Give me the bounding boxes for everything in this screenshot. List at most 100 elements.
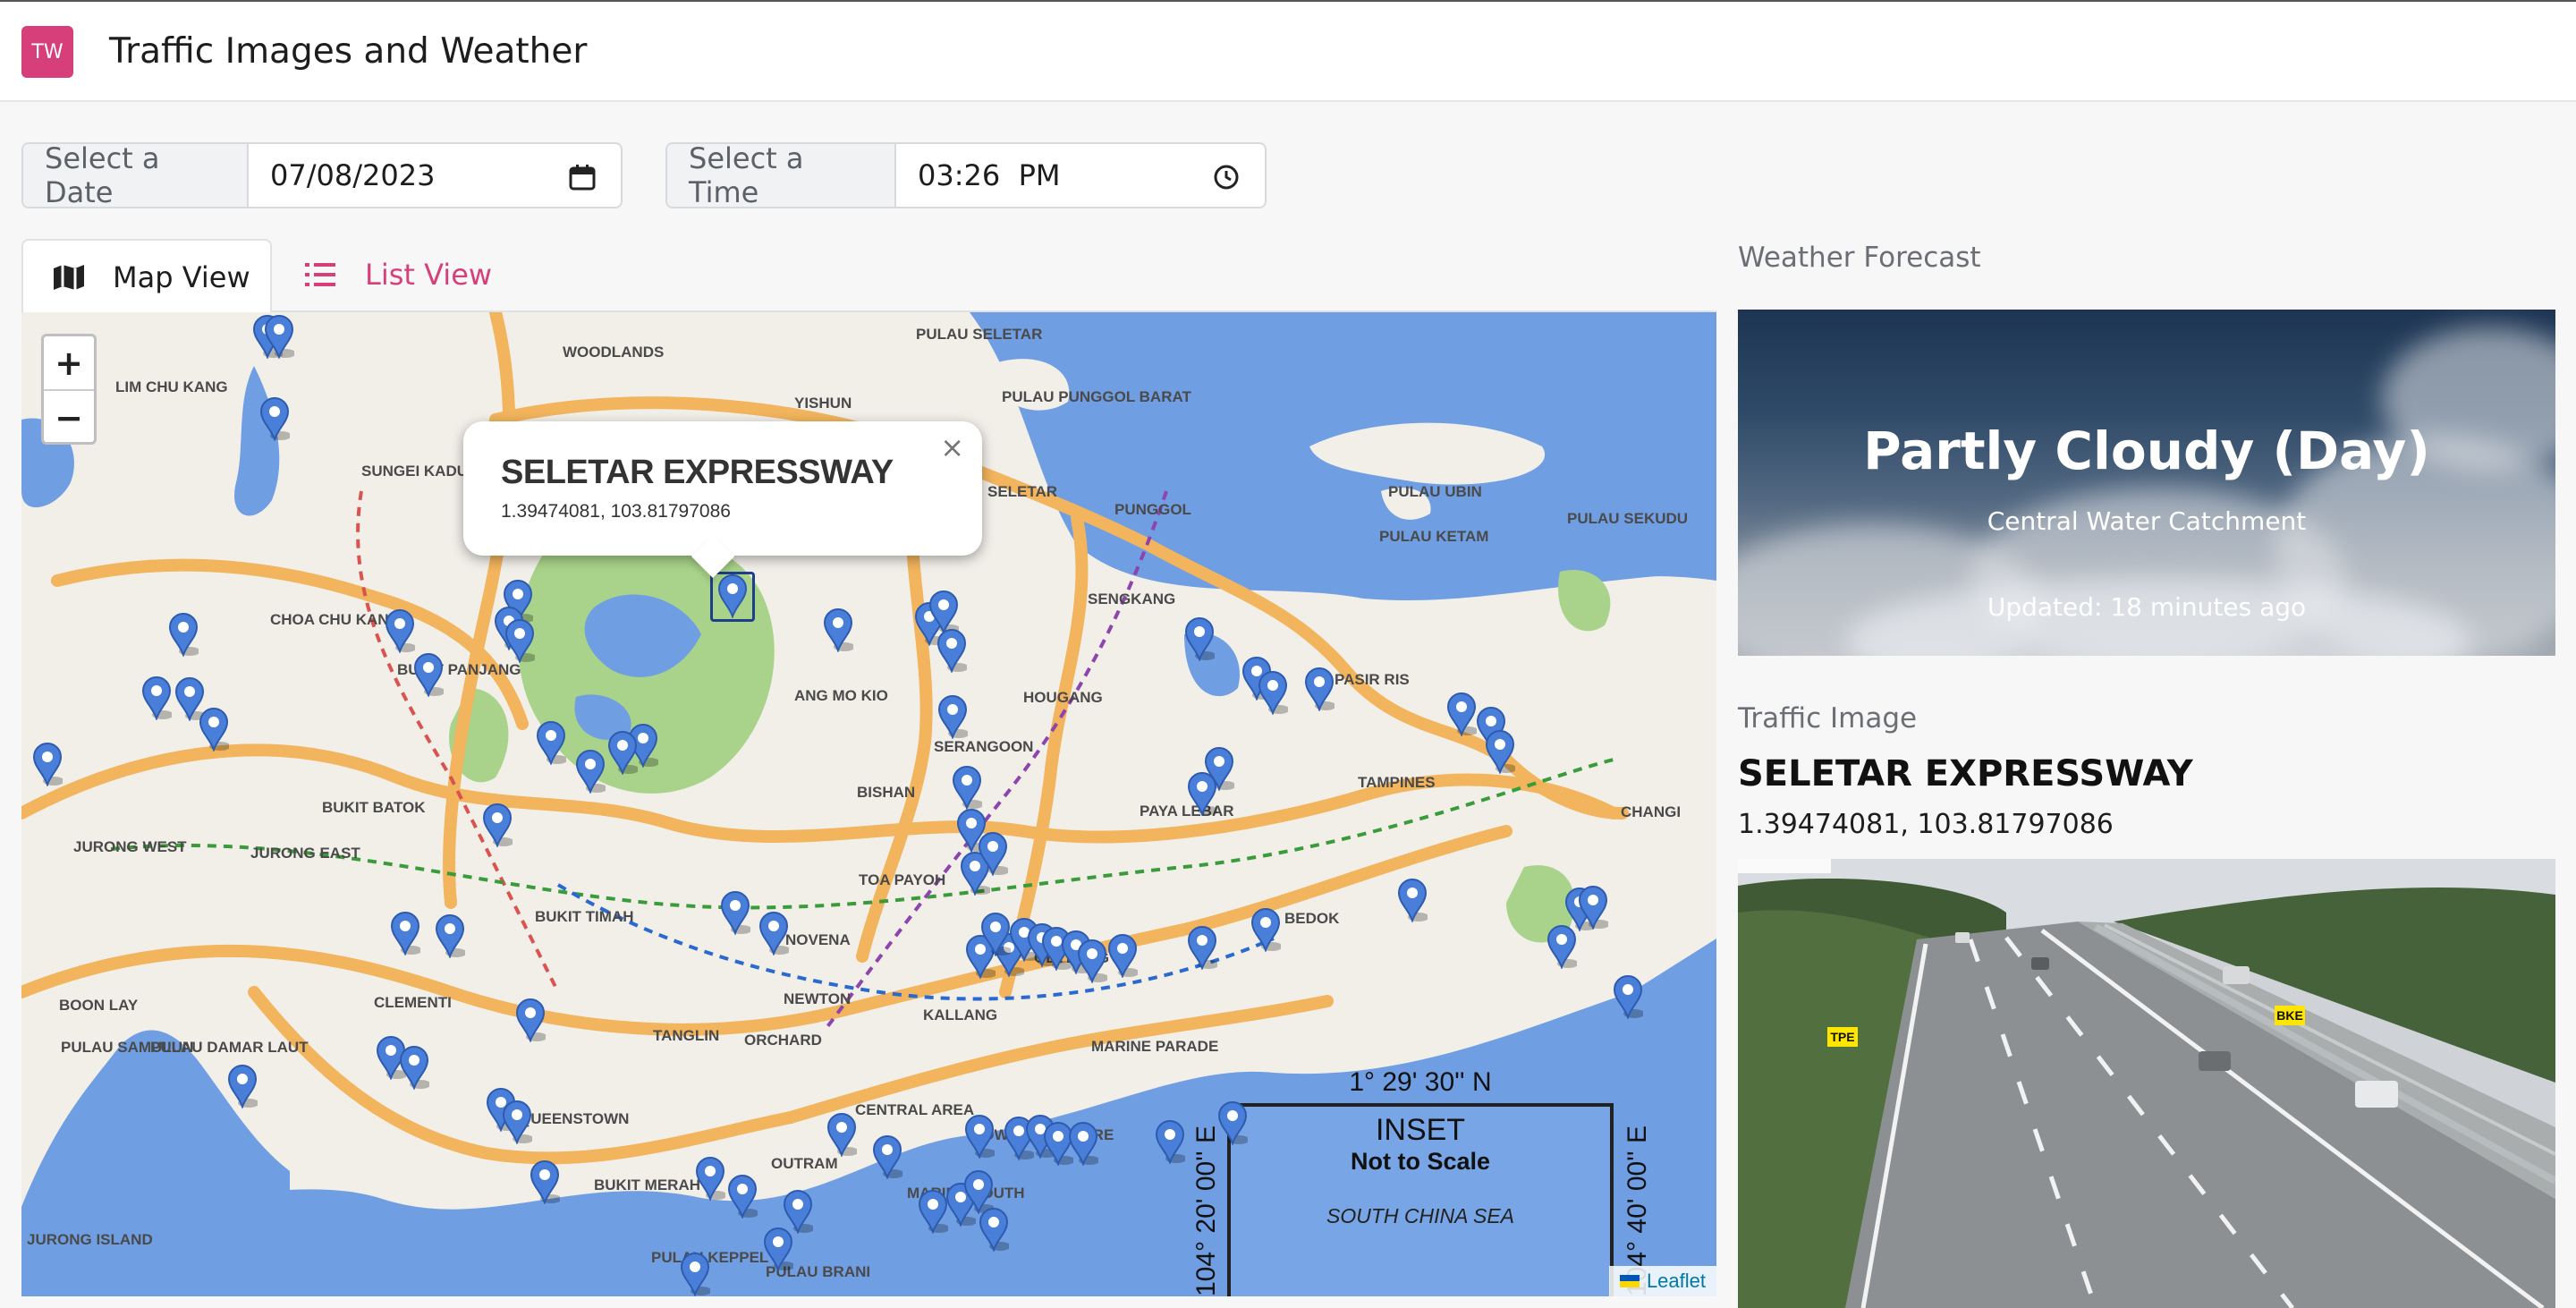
camera-marker-icon[interactable]	[1068, 1121, 1100, 1168]
camera-marker-icon[interactable]	[918, 1189, 950, 1236]
inset-sea-label: SOUTH CHINA SEA	[1326, 1204, 1514, 1227]
map-label: SUNGEI KADUT	[361, 463, 478, 480]
camera-marker-icon[interactable]	[1304, 667, 1336, 713]
popup-coords: 1.39474081, 103.81797086	[501, 501, 731, 522]
camera-marker-icon[interactable]	[980, 912, 1013, 958]
camera-marker-icon[interactable]	[1077, 939, 1109, 985]
camera-marker-icon[interactable]	[727, 1174, 759, 1220]
camera-marker-icon[interactable]	[937, 694, 970, 741]
camera-marker-icon[interactable]	[936, 628, 969, 675]
map[interactable]: LIM CHU KANG WOODLANDS PULAU SELETAR YIS…	[21, 312, 1716, 1296]
camera-marker-icon[interactable]	[1613, 974, 1645, 1021]
camera-marker-icon[interactable]	[199, 707, 231, 753]
map-label: CLEMENTI	[374, 994, 452, 1011]
camera-marker-icon[interactable]	[259, 396, 292, 443]
camera-marker-icon[interactable]	[1217, 1100, 1250, 1147]
list-icon	[305, 263, 335, 286]
navbar: TW Traffic Images and Weather	[0, 0, 2576, 102]
camera-marker-icon[interactable]	[482, 803, 514, 849]
app-logo[interactable]: TW	[21, 26, 73, 78]
camera-marker-icon[interactable]	[1184, 616, 1216, 663]
camera-marker-icon[interactable]	[502, 1100, 534, 1146]
map-label: JURONG EAST	[250, 845, 360, 862]
camera-marker-icon[interactable]	[264, 314, 296, 361]
camera-marker-icon[interactable]	[978, 831, 1010, 878]
camera-marker-icon[interactable]	[1107, 933, 1140, 980]
map-label: WOODLANDS	[563, 344, 664, 361]
camera-marker-icon[interactable]	[390, 911, 422, 957]
camera-marker-icon[interactable]	[1397, 878, 1429, 924]
camera-marker-icon[interactable]	[1155, 1119, 1187, 1166]
camera-marker-icon[interactable]	[872, 1134, 904, 1181]
camera-marker-icon[interactable]	[979, 1207, 1011, 1253]
camera-marker-icon[interactable]	[758, 911, 791, 957]
tab-list-view[interactable]: List View	[272, 239, 555, 310]
inset-longitude-left: 104° 20' 00'' E	[1191, 1125, 1221, 1296]
camera-marker-icon[interactable]	[720, 890, 752, 937]
map-label: HOUGANG	[1023, 689, 1103, 706]
map-label: BUKIT MERAH	[594, 1176, 700, 1193]
zoom-in-button[interactable]: +	[44, 336, 94, 391]
camera-marker-icon[interactable]	[435, 913, 467, 960]
camera-marker-icon[interactable]	[695, 1156, 727, 1202]
zoom-control: + −	[41, 334, 97, 445]
popup-title: SELETAR EXPRESSWAY	[501, 454, 894, 491]
camera-marker-icon[interactable]	[504, 618, 537, 665]
map-attribution[interactable]: Leaflet	[1608, 1266, 1716, 1296]
camera-marker-icon[interactable]	[515, 998, 547, 1044]
zoom-out-button[interactable]: −	[44, 391, 94, 444]
camera-marker-icon[interactable]	[1250, 907, 1283, 954]
camera-marker-icon[interactable]	[1187, 925, 1219, 972]
camera-marker-icon[interactable]	[141, 675, 174, 722]
map-icon	[54, 265, 84, 290]
camera-marker-icon[interactable]	[1446, 692, 1479, 738]
map-label: TANGLIN	[653, 1027, 719, 1044]
leaflet-link[interactable]: Leaflet	[1647, 1270, 1706, 1293]
map-label: JURONG WEST	[73, 838, 187, 855]
traffic-camera-title: SELETAR EXPRESSWAY	[1738, 753, 2193, 794]
camera-marker-icon[interactable]	[168, 612, 200, 658]
camera-marker-icon[interactable]	[413, 652, 445, 699]
date-input[interactable]: 07/08/2023	[249, 144, 621, 207]
time-input[interactable]: 03:26 PM	[896, 144, 1265, 207]
date-picker: Select a Date 07/08/2023	[21, 142, 623, 208]
map-label: PULAU DAMAR LAUT	[150, 1039, 309, 1056]
camera-marker-icon[interactable]	[1258, 670, 1290, 717]
map-label: ORCHARD	[744, 1032, 822, 1049]
clock-icon[interactable]	[1213, 164, 1240, 191]
popup-close-button[interactable]: ×	[940, 430, 964, 464]
camera-marker-icon[interactable]	[530, 1159, 562, 1206]
camera-marker-icon[interactable]	[952, 765, 984, 811]
camera-marker-icon[interactable]	[32, 742, 64, 788]
selected-marker-highlight	[710, 572, 755, 622]
map-label: JURONG ISLAND	[27, 1231, 153, 1248]
camera-label-tpe: TPE	[1830, 1030, 1854, 1044]
camera-marker-icon[interactable]	[763, 1227, 795, 1273]
camera-marker-icon[interactable]	[1546, 924, 1579, 971]
camera-marker-icon[interactable]	[964, 1114, 996, 1160]
time-picker: Select a Time 03:26 PM	[665, 142, 1267, 208]
camera-marker-icon[interactable]	[607, 730, 640, 777]
map-label: TOA PAYOH	[859, 871, 945, 888]
camera-marker-icon[interactable]	[227, 1064, 259, 1110]
camera-marker-icon[interactable]	[575, 749, 607, 795]
camera-marker-icon[interactable]	[826, 1112, 859, 1159]
camera-marker-icon[interactable]	[1485, 729, 1517, 776]
map-label: PASIR RIS	[1335, 671, 1410, 688]
map-label: CHOA CHU KANG	[270, 611, 401, 628]
tab-map-view[interactable]: Map View	[21, 239, 272, 314]
map-label: BOON LAY	[59, 997, 139, 1014]
camera-marker-icon[interactable]	[536, 720, 568, 767]
camera-marker-icon[interactable]	[823, 607, 855, 654]
camera-marker-icon[interactable]	[399, 1045, 431, 1091]
tab-map-view-label: Map View	[113, 260, 250, 294]
camera-marker-icon[interactable]	[1187, 771, 1219, 818]
calendar-icon[interactable]	[569, 164, 596, 191]
camera-marker-icon[interactable]	[1578, 885, 1610, 931]
camera-marker-icon[interactable]	[385, 608, 417, 655]
map-label: TAMPINES	[1358, 774, 1436, 791]
map-label: BUKIT TIMAH	[535, 908, 633, 925]
camera-marker-icon[interactable]	[680, 1252, 712, 1296]
ukraine-flag-icon	[1619, 1275, 1640, 1287]
inset-latitude: 1° 29' 30'' N	[1349, 1067, 1491, 1097]
